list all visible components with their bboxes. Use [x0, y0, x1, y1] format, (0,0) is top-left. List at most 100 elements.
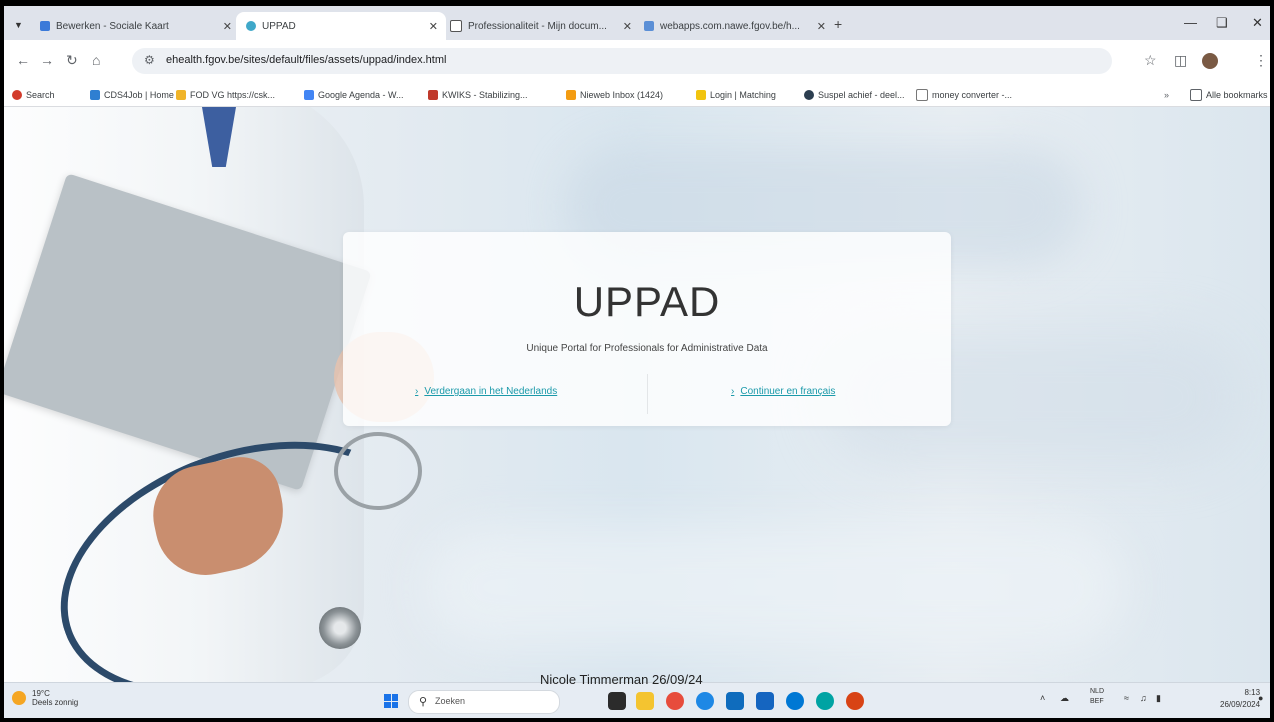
weather-sun-icon	[12, 691, 26, 705]
reload-icon[interactable]: ↻	[66, 52, 78, 69]
volume-icon[interactable]: ♫	[1140, 693, 1147, 703]
link-dutch[interactable]: › Verdergaan in het Nederlands	[415, 386, 557, 397]
minimize-icon[interactable]: —	[1184, 15, 1197, 30]
search-icon: ⚲	[419, 696, 428, 708]
bookmark-star-icon[interactable]: ☆	[1144, 52, 1157, 69]
stethoscope-earpiece-image	[334, 432, 422, 510]
tab-webapps[interactable]: webapps.com.nawe.fgov.be/h... ✕	[636, 12, 834, 40]
taskbar-search[interactable]: ⚲ Zoeken	[408, 690, 560, 714]
bookmark-label: CDS4Job | Home	[104, 90, 174, 100]
clock-date: 26/09/2024	[1220, 700, 1261, 709]
bookmarks-bar: Search CDS4Job | Home FOD VG https://csk…	[4, 84, 1270, 107]
all-bookmarks[interactable]: Alle bookmarks	[1190, 88, 1268, 102]
bookmark-label: Login | Matching	[710, 90, 776, 100]
tab-favicon-icon	[246, 21, 256, 31]
bookmark-item[interactable]: KWIKS - Stabilizing...	[428, 88, 528, 102]
tray-overflow-icon[interactable]: ˄	[1040, 693, 1045, 703]
folder-icon	[1190, 89, 1202, 101]
app-icon[interactable]	[846, 692, 864, 710]
site-info-icon[interactable]: ⚙	[144, 53, 155, 67]
browser-toolbar: ← → ↻ ⌂ ⚙ ehealth.fgov.be/sites/default/…	[4, 40, 1270, 84]
battery-icon[interactable]: ▮	[1156, 693, 1161, 704]
tab-search-icon[interactable]: ▼	[14, 20, 23, 30]
notification-bell-icon[interactable]: ●	[1258, 693, 1263, 703]
language-bottom: BEF	[1090, 698, 1104, 705]
bookmark-item[interactable]: Suspel achief - deel...	[804, 88, 905, 102]
new-tab-icon[interactable]: +	[834, 16, 842, 32]
bookmarks-overflow-icon[interactable]: »	[1164, 88, 1169, 102]
start-button[interactable]	[384, 694, 398, 708]
back-icon[interactable]: ←	[16, 52, 30, 68]
bookmark-item[interactable]: Google Agenda - W...	[304, 88, 404, 102]
bookmark-favicon-icon	[90, 90, 100, 100]
link-french[interactable]: › Continuer en français	[731, 386, 835, 397]
tab-close-icon[interactable]: ✕	[817, 20, 826, 33]
link-french-label: Continuer en français	[740, 386, 836, 397]
bookmark-label: FOD VG https://csk...	[190, 90, 276, 100]
weather-desc: Deels zonnig	[32, 698, 79, 707]
tab-sociale-kaart[interactable]: Bewerken - Sociale Kaart ✕	[32, 12, 240, 40]
bookmark-favicon-icon	[804, 90, 814, 100]
clock-time: 8:13	[1244, 688, 1261, 697]
weather-temp: 19°C	[32, 689, 50, 698]
watermark-caption: Nicole Timmerman 26/09/24	[540, 672, 703, 687]
bookmark-item[interactable]: Search	[12, 88, 55, 102]
bookmark-favicon-icon	[428, 90, 438, 100]
wifi-icon[interactable]: ≈	[1124, 693, 1129, 703]
bookmark-label: Nieweb Inbox (1424)	[580, 90, 664, 100]
screen: ▼ Bewerken - Sociale Kaart ✕ UPPAD ✕ Pro…	[4, 6, 1270, 718]
bookmark-favicon-icon	[304, 90, 314, 100]
language-selection-card: UPPAD Unique Portal for Professionals fo…	[343, 232, 951, 426]
chrome-icon[interactable]	[666, 692, 684, 710]
tab-close-icon[interactable]: ✕	[623, 20, 632, 33]
tab-favicon-icon	[450, 20, 462, 32]
bookmark-label: money converter -...	[932, 90, 1013, 100]
language-indicator[interactable]: NLD BEF	[1090, 687, 1104, 707]
restore-icon[interactable]: ❑	[1216, 15, 1228, 31]
bookmark-favicon-icon	[566, 90, 576, 100]
tab-close-icon[interactable]: ✕	[429, 20, 438, 33]
extensions-icon[interactable]: ◫	[1174, 52, 1187, 69]
onedrive-icon[interactable]: ☁	[1060, 693, 1069, 704]
bookmark-item[interactable]: Login | Matching	[696, 88, 776, 102]
tab-favicon-icon	[40, 21, 50, 31]
address-url: ehealth.fgov.be/sites/default/files/asse…	[166, 54, 447, 66]
clock[interactable]: 8:13 26/09/2024	[1220, 687, 1260, 711]
file-explorer-icon[interactable]	[636, 692, 654, 710]
all-bookmarks-label: Alle bookmarks	[1206, 90, 1268, 100]
page-viewport: UPPAD Unique Portal for Professionals fo…	[4, 107, 1270, 682]
task-view-icon[interactable]	[608, 692, 626, 710]
tab-uppad[interactable]: UPPAD ✕	[236, 12, 446, 40]
tab-strip: ▼ Bewerken - Sociale Kaart ✕ UPPAD ✕ Pro…	[4, 6, 1270, 40]
tab-title: UPPAD	[262, 20, 296, 32]
address-bar[interactable]: ⚙ ehealth.fgov.be/sites/default/files/as…	[132, 48, 1112, 74]
forward-icon[interactable]: →	[40, 52, 54, 68]
tab-close-icon[interactable]: ✕	[223, 20, 232, 33]
bookmark-item[interactable]: FOD VG https://csk...	[176, 88, 275, 102]
chevron-right-icon: ›	[731, 386, 735, 397]
mail-icon[interactable]	[756, 692, 774, 710]
link-dutch-label: Verdergaan in het Nederlands	[424, 386, 558, 397]
page-subtitle: Unique Portal for Professionals for Admi…	[526, 343, 768, 354]
page-title: UPPAD	[573, 278, 721, 325]
tab-professionaliteit[interactable]: Professionaliteit - Mijn docum... ✕	[442, 12, 640, 40]
bookmark-label: KWIKS - Stabilizing...	[442, 90, 528, 100]
windows-taskbar: 19°C Deels zonnig ⚲ Zoeken ˄ ☁ NLD BEF ≈…	[4, 682, 1270, 718]
close-window-icon[interactable]: ✕	[1252, 15, 1263, 31]
bookmark-favicon-icon	[12, 90, 22, 100]
app-icon[interactable]	[786, 692, 804, 710]
profile-avatar[interactable]	[1202, 53, 1218, 69]
bookmark-item[interactable]: Nieweb Inbox (1424)	[566, 88, 663, 102]
bookmark-item[interactable]: money converter -...	[916, 88, 1012, 102]
bookmark-favicon-icon	[176, 90, 186, 100]
menu-icon[interactable]: ⋮	[1254, 52, 1268, 69]
outlook-icon[interactable]	[726, 692, 744, 710]
app-icon[interactable]	[816, 692, 834, 710]
home-icon[interactable]: ⌂	[92, 52, 100, 68]
divider	[647, 374, 648, 414]
edge-icon[interactable]	[696, 692, 714, 710]
bookmark-item[interactable]: CDS4Job | Home	[90, 88, 174, 102]
bookmark-label: Search	[26, 90, 55, 100]
weather-widget[interactable]: 19°C Deels zonnig	[12, 689, 78, 707]
bookmark-favicon-icon	[696, 90, 706, 100]
